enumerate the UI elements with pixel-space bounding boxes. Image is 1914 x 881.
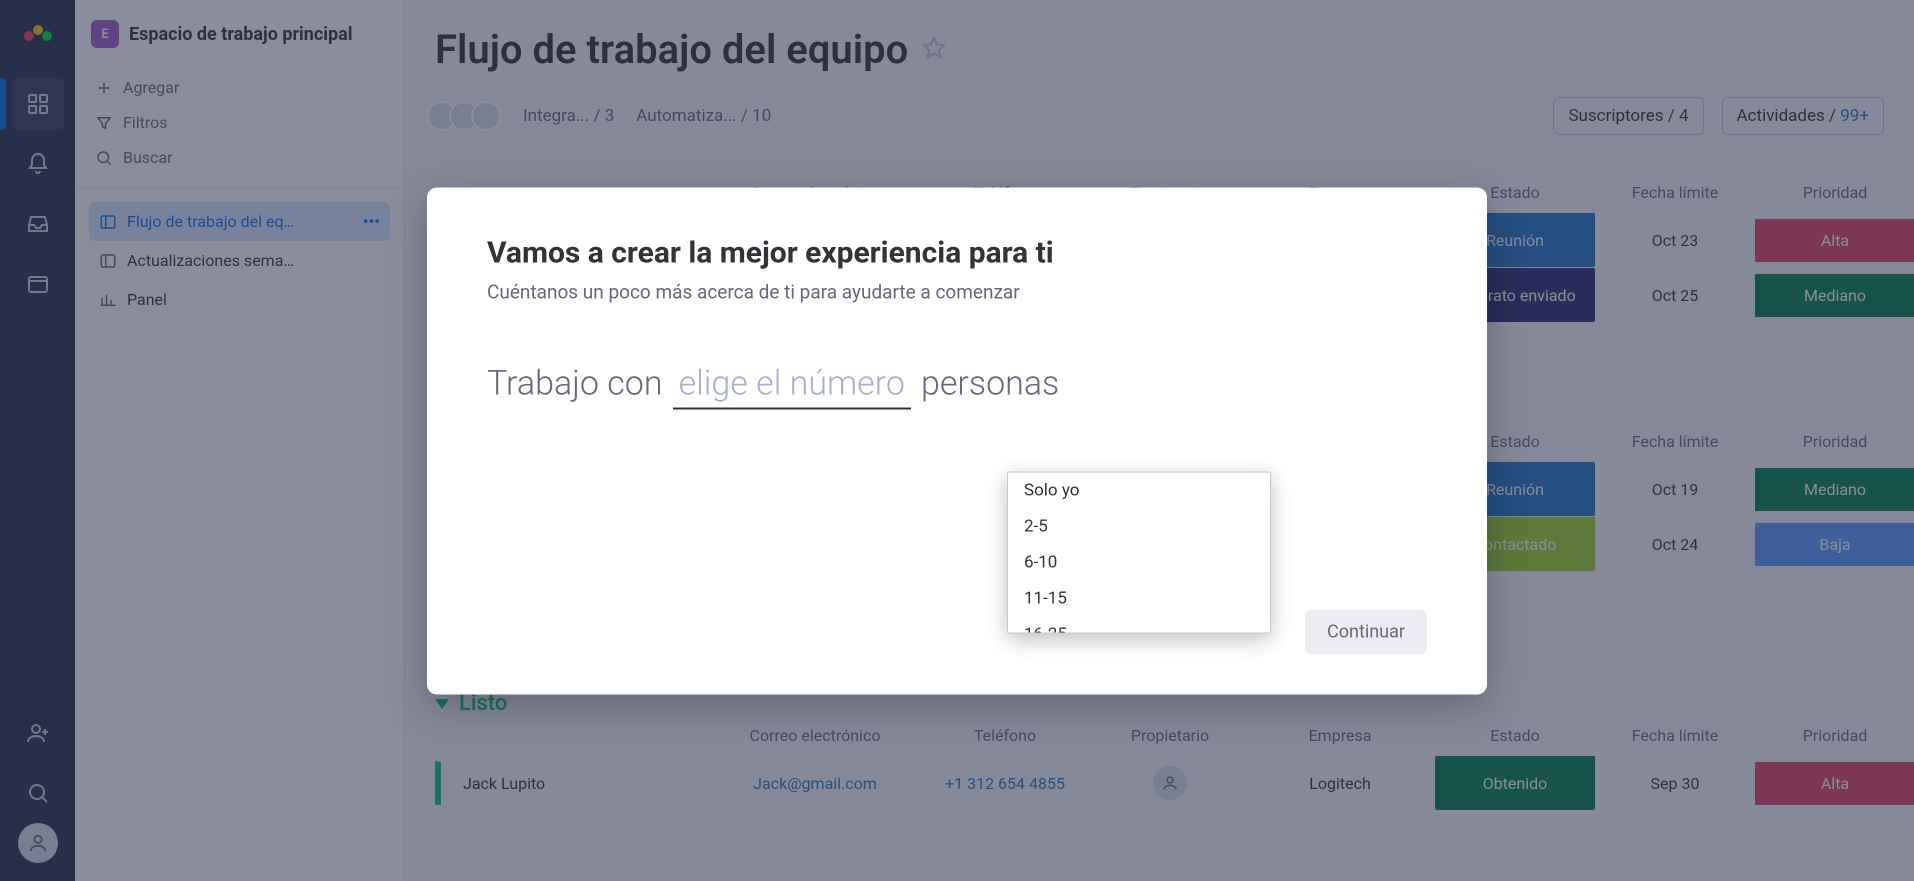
onboarding-modal: Vamos a crear la mejor experiencia para …	[427, 187, 1487, 694]
dropdown-option[interactable]: 16-25	[1008, 616, 1270, 632]
dropdown-option[interactable]: 11-15	[1008, 580, 1270, 616]
modal-title: Vamos a crear la mejor experiencia para …	[487, 235, 1427, 270]
people-count-select[interactable]: elige el número	[673, 363, 911, 409]
dropdown-option[interactable]: 2-5	[1008, 508, 1270, 544]
sentence-post: personas	[921, 363, 1059, 403]
people-count-dropdown: Solo yo2-56-1011-1516-2526-5051-100	[1007, 471, 1271, 633]
continue-button[interactable]: Continuar	[1305, 609, 1427, 654]
modal-subtitle: Cuéntanos un poco más acerca de ti para …	[487, 280, 1427, 303]
sentence-pre: Trabajo con	[487, 363, 663, 403]
dropdown-option[interactable]: 6-10	[1008, 544, 1270, 580]
dropdown-option[interactable]: Solo yo	[1008, 472, 1270, 508]
